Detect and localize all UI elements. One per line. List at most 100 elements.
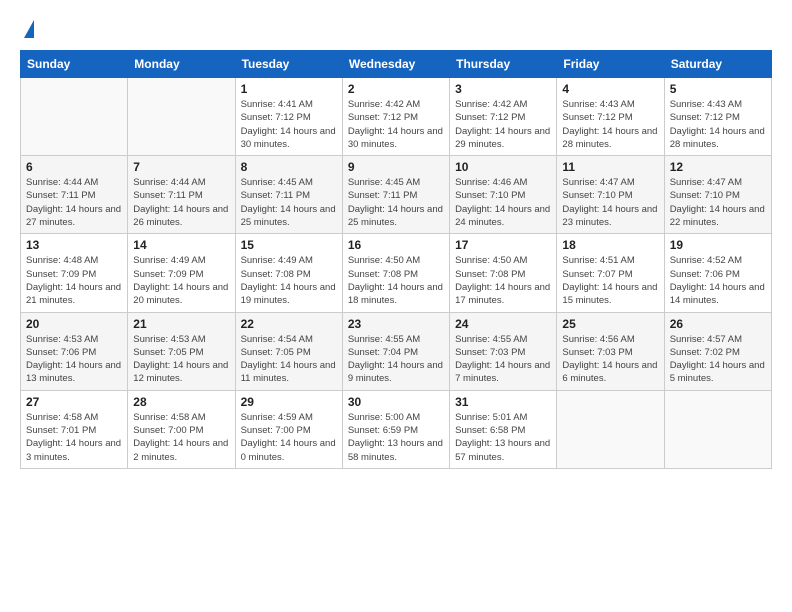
calendar-week-row: 13Sunrise: 4:48 AMSunset: 7:09 PMDayligh… [21, 234, 772, 312]
day-info: Sunrise: 4:55 AMSunset: 7:04 PMDaylight:… [348, 333, 444, 386]
calendar-day-cell [664, 390, 771, 468]
day-number: 4 [562, 82, 658, 96]
weekday-header-sunday: Sunday [21, 51, 128, 78]
day-number: 25 [562, 317, 658, 331]
calendar-day-cell: 24 Sunrise: 4:55 AMSunset: 7:03 PMDayligh… [450, 312, 557, 390]
day-info: Sunrise: 4:59 AMSunset: 7:00 PMDaylight:… [241, 411, 337, 464]
weekday-header-saturday: Saturday [664, 51, 771, 78]
day-number: 5 [670, 82, 766, 96]
calendar-table: SundayMondayTuesdayWednesdayThursdayFrid… [20, 50, 772, 469]
day-info: Sunrise: 4:43 AMSunset: 7:12 PMDaylight:… [562, 98, 658, 151]
day-number: 20 [26, 317, 122, 331]
day-info: Sunrise: 4:55 AMSunset: 7:03 PMDaylight:… [455, 333, 551, 386]
day-number: 1 [241, 82, 337, 96]
day-info: Sunrise: 4:58 AMSunset: 7:01 PMDaylight:… [26, 411, 122, 464]
calendar-day-cell [128, 78, 235, 156]
day-number: 2 [348, 82, 444, 96]
day-info: Sunrise: 4:49 AMSunset: 7:08 PMDaylight:… [241, 254, 337, 307]
calendar-day-cell: 25 Sunrise: 4:56 AMSunset: 7:03 PMDayligh… [557, 312, 664, 390]
day-info: Sunrise: 4:45 AMSunset: 7:11 PMDaylight:… [241, 176, 337, 229]
day-info: Sunrise: 5:01 AMSunset: 6:58 PMDaylight:… [455, 411, 551, 464]
day-info: Sunrise: 4:58 AMSunset: 7:00 PMDaylight:… [133, 411, 229, 464]
calendar-day-cell: 5 Sunrise: 4:43 AMSunset: 7:12 PMDaylight… [664, 78, 771, 156]
calendar-day-cell [557, 390, 664, 468]
day-number: 11 [562, 160, 658, 174]
day-number: 7 [133, 160, 229, 174]
day-number: 10 [455, 160, 551, 174]
day-number: 14 [133, 238, 229, 252]
calendar-day-cell: 14 Sunrise: 4:49 AMSunset: 7:09 PMDayligh… [128, 234, 235, 312]
day-number: 19 [670, 238, 766, 252]
day-number: 31 [455, 395, 551, 409]
day-number: 9 [348, 160, 444, 174]
day-number: 22 [241, 317, 337, 331]
calendar-day-cell: 27Sunrise: 4:58 AMSunset: 7:01 PMDayligh… [21, 390, 128, 468]
calendar-day-cell: 2 Sunrise: 4:42 AMSunset: 7:12 PMDaylight… [342, 78, 449, 156]
day-info: Sunrise: 4:43 AMSunset: 7:12 PMDaylight:… [670, 98, 766, 151]
calendar-day-cell: 8 Sunrise: 4:45 AMSunset: 7:11 PMDaylight… [235, 156, 342, 234]
calendar-day-cell: 1Sunrise: 4:41 AMSunset: 7:12 PMDaylight… [235, 78, 342, 156]
day-number: 21 [133, 317, 229, 331]
calendar-day-cell: 31 Sunrise: 5:01 AMSunset: 6:58 PMDayligh… [450, 390, 557, 468]
day-info: Sunrise: 4:50 AMSunset: 7:08 PMDaylight:… [348, 254, 444, 307]
day-info: Sunrise: 4:45 AMSunset: 7:11 PMDaylight:… [348, 176, 444, 229]
calendar-day-cell: 19 Sunrise: 4:52 AMSunset: 7:06 PMDayligh… [664, 234, 771, 312]
day-info: Sunrise: 4:52 AMSunset: 7:06 PMDaylight:… [670, 254, 766, 307]
header [20, 16, 772, 38]
weekday-header-thursday: Thursday [450, 51, 557, 78]
calendar-day-cell: 6 Sunrise: 4:44 AMSunset: 7:11 PMDaylight… [21, 156, 128, 234]
day-info: Sunrise: 4:47 AMSunset: 7:10 PMDaylight:… [670, 176, 766, 229]
day-number: 6 [26, 160, 122, 174]
day-info: Sunrise: 4:42 AMSunset: 7:12 PMDaylight:… [348, 98, 444, 151]
calendar-day-cell: 21 Sunrise: 4:53 AMSunset: 7:05 PMDayligh… [128, 312, 235, 390]
logo [20, 16, 34, 38]
day-number: 30 [348, 395, 444, 409]
day-info: Sunrise: 4:53 AMSunset: 7:06 PMDaylight:… [26, 333, 122, 386]
day-info: Sunrise: 4:49 AMSunset: 7:09 PMDaylight:… [133, 254, 229, 307]
calendar-day-cell: 16Sunrise: 4:50 AMSunset: 7:08 PMDayligh… [342, 234, 449, 312]
calendar-day-cell: 9 Sunrise: 4:45 AMSunset: 7:11 PMDaylight… [342, 156, 449, 234]
calendar-week-row: 20 Sunrise: 4:53 AMSunset: 7:06 PMDayligh… [21, 312, 772, 390]
calendar-week-row: 27Sunrise: 4:58 AMSunset: 7:01 PMDayligh… [21, 390, 772, 468]
calendar-day-cell: 20 Sunrise: 4:53 AMSunset: 7:06 PMDayligh… [21, 312, 128, 390]
calendar-week-row: 6 Sunrise: 4:44 AMSunset: 7:11 PMDaylight… [21, 156, 772, 234]
calendar-day-cell: 29 Sunrise: 4:59 AMSunset: 7:00 PMDayligh… [235, 390, 342, 468]
day-number: 24 [455, 317, 551, 331]
day-info: Sunrise: 4:56 AMSunset: 7:03 PMDaylight:… [562, 333, 658, 386]
weekday-header-row: SundayMondayTuesdayWednesdayThursdayFrid… [21, 51, 772, 78]
calendar-day-cell: 4 Sunrise: 4:43 AMSunset: 7:12 PMDaylight… [557, 78, 664, 156]
calendar-day-cell: 15 Sunrise: 4:49 AMSunset: 7:08 PMDayligh… [235, 234, 342, 312]
calendar-day-cell: 22Sunrise: 4:54 AMSunset: 7:05 PMDayligh… [235, 312, 342, 390]
calendar-day-cell: 12 Sunrise: 4:47 AMSunset: 7:10 PMDayligh… [664, 156, 771, 234]
calendar-day-cell: 18Sunrise: 4:51 AMSunset: 7:07 PMDayligh… [557, 234, 664, 312]
calendar-day-cell: 17 Sunrise: 4:50 AMSunset: 7:08 PMDayligh… [450, 234, 557, 312]
day-info: Sunrise: 4:44 AMSunset: 7:11 PMDaylight:… [133, 176, 229, 229]
day-number: 17 [455, 238, 551, 252]
weekday-header-monday: Monday [128, 51, 235, 78]
calendar-day-cell: 13Sunrise: 4:48 AMSunset: 7:09 PMDayligh… [21, 234, 128, 312]
calendar-day-cell: 30Sunrise: 5:00 AMSunset: 6:59 PMDayligh… [342, 390, 449, 468]
day-info: Sunrise: 4:53 AMSunset: 7:05 PMDaylight:… [133, 333, 229, 386]
calendar-day-cell: 11Sunrise: 4:47 AMSunset: 7:10 PMDayligh… [557, 156, 664, 234]
calendar-day-cell [21, 78, 128, 156]
calendar-day-cell: 3 Sunrise: 4:42 AMSunset: 7:12 PMDaylight… [450, 78, 557, 156]
calendar-day-cell: 10Sunrise: 4:46 AMSunset: 7:10 PMDayligh… [450, 156, 557, 234]
day-number: 29 [241, 395, 337, 409]
day-number: 13 [26, 238, 122, 252]
calendar-day-cell: 28Sunrise: 4:58 AMSunset: 7:00 PMDayligh… [128, 390, 235, 468]
day-number: 8 [241, 160, 337, 174]
logo-triangle-icon [24, 20, 34, 38]
day-info: Sunrise: 4:44 AMSunset: 7:11 PMDaylight:… [26, 176, 122, 229]
day-number: 23 [348, 317, 444, 331]
day-info: Sunrise: 4:50 AMSunset: 7:08 PMDaylight:… [455, 254, 551, 307]
weekday-header-friday: Friday [557, 51, 664, 78]
day-info: Sunrise: 4:42 AMSunset: 7:12 PMDaylight:… [455, 98, 551, 151]
day-number: 15 [241, 238, 337, 252]
day-number: 18 [562, 238, 658, 252]
day-number: 12 [670, 160, 766, 174]
weekday-header-wednesday: Wednesday [342, 51, 449, 78]
calendar-day-cell: 26Sunrise: 4:57 AMSunset: 7:02 PMDayligh… [664, 312, 771, 390]
day-number: 3 [455, 82, 551, 96]
page: SundayMondayTuesdayWednesdayThursdayFrid… [0, 0, 792, 485]
day-info: Sunrise: 4:57 AMSunset: 7:02 PMDaylight:… [670, 333, 766, 386]
